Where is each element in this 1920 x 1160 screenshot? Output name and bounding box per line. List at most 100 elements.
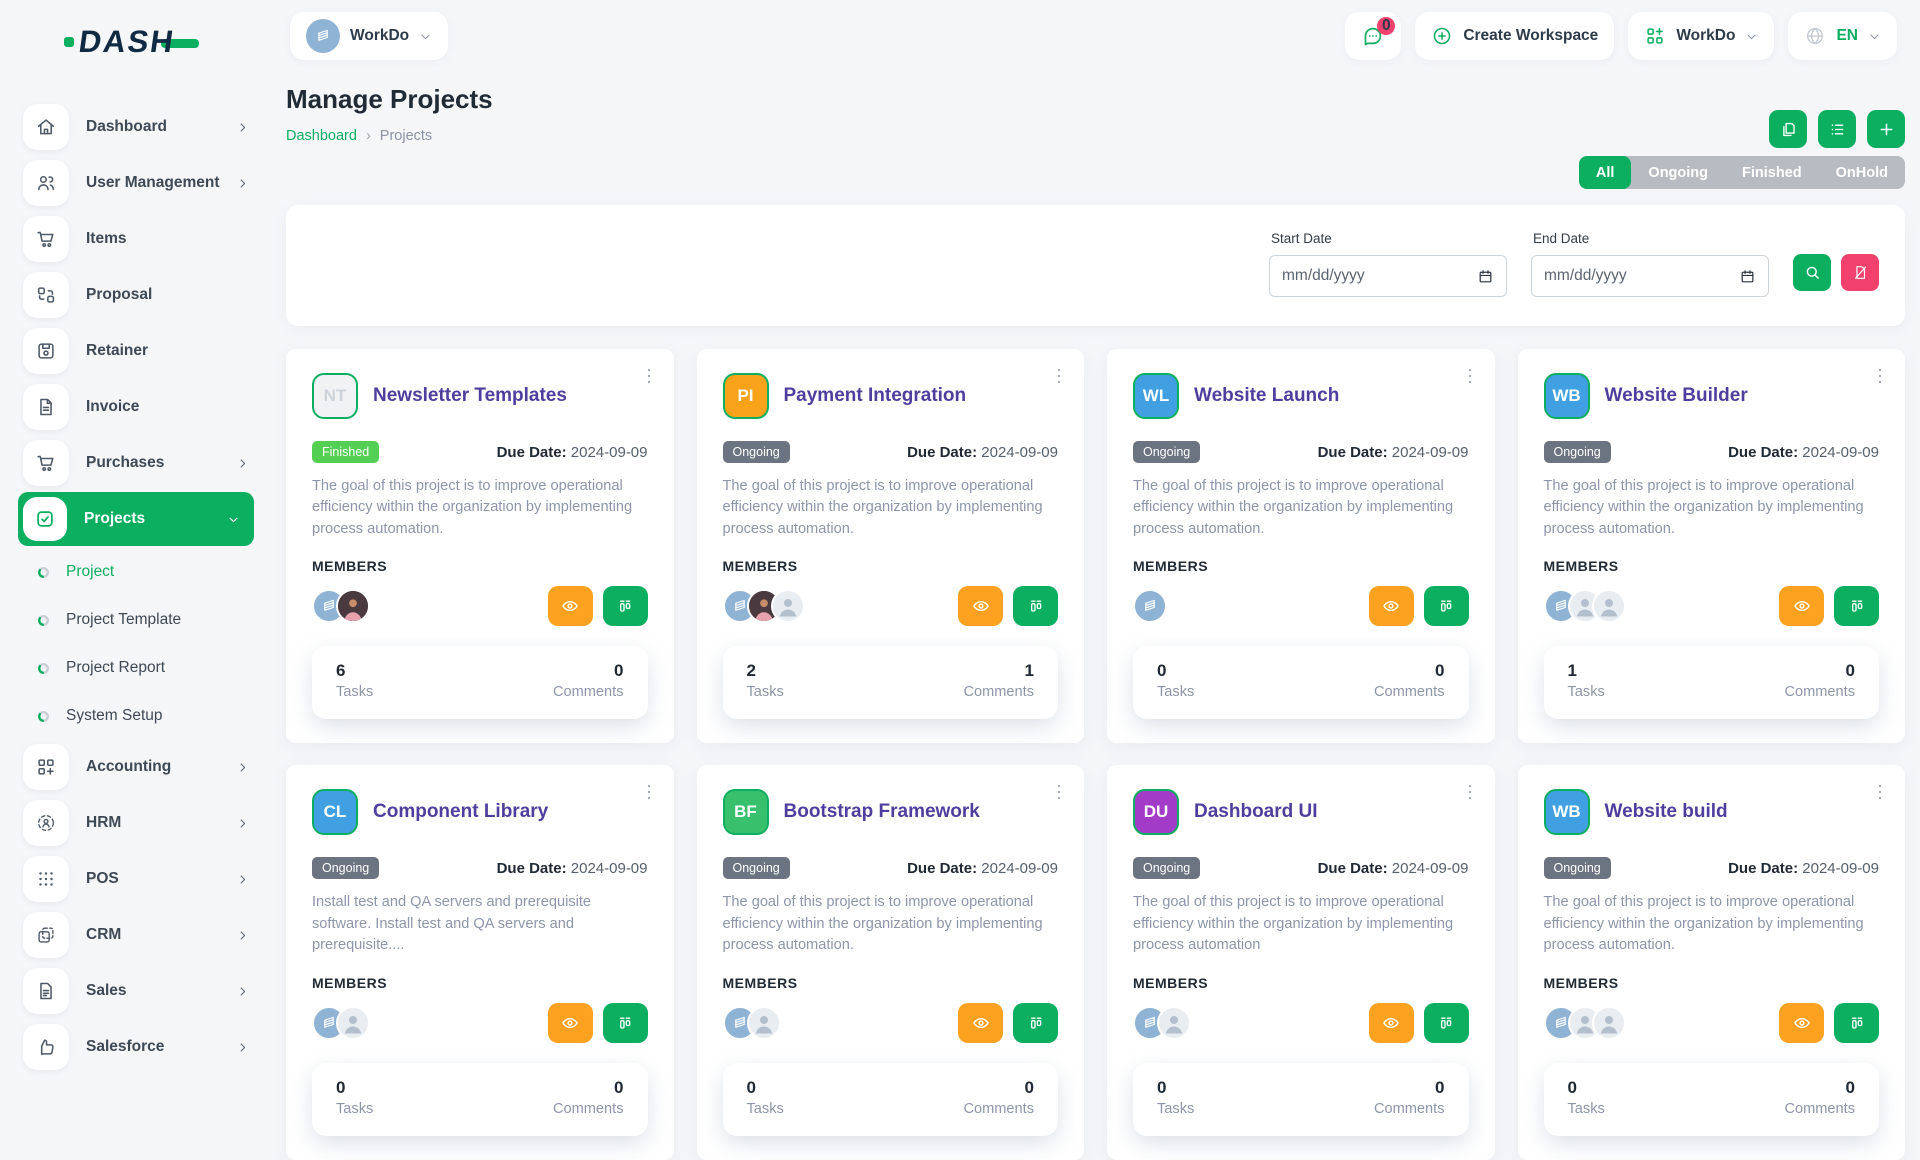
eye-icon — [971, 596, 991, 616]
project-description: The goal of this project is to improve o… — [723, 892, 1059, 956]
project-card: WB Website Builder Ongoing Due Date: 202… — [1518, 349, 1906, 743]
project-title[interactable]: Component Library — [373, 801, 548, 823]
project-title[interactable]: Website build — [1605, 801, 1728, 823]
due-date: Due Date: 2024-09-09 — [497, 860, 648, 877]
tasks-board-button[interactable] — [603, 1003, 648, 1043]
project-avatar: WB — [1544, 373, 1590, 419]
project-title[interactable]: Payment Integration — [784, 385, 967, 407]
sidebar-item[interactable]: Invoice — [23, 384, 249, 430]
filter-tab[interactable]: Finished — [1725, 156, 1819, 189]
tasks-board-button[interactable] — [1424, 1003, 1469, 1043]
project-title[interactable]: Newsletter Templates — [373, 385, 567, 407]
sidebar-subitem[interactable]: Project — [37, 552, 249, 592]
project-card: DU Dashboard UI Ongoing Due Date: 2024-0… — [1107, 765, 1495, 1159]
start-date-input[interactable]: mm/dd/yyyy — [1269, 255, 1507, 297]
sidebar-item[interactable]: HRM — [23, 800, 249, 846]
breadcrumb-link-dashboard[interactable]: Dashboard — [286, 128, 357, 144]
view-project-button[interactable] — [1369, 586, 1414, 626]
due-date-value: 2024-09-09 — [571, 860, 648, 877]
comments-count: 0 — [1374, 661, 1445, 681]
member-avatar — [336, 589, 370, 623]
sidebar-item[interactable]: Purchases — [23, 440, 249, 486]
tasks-board-button[interactable] — [1013, 1003, 1058, 1043]
sidebar-item[interactable]: Accounting — [23, 744, 249, 790]
tasks-board-button[interactable] — [1424, 586, 1469, 626]
tasks-board-button[interactable] — [1834, 586, 1879, 626]
sidebar-item-label: Salesforce — [86, 1038, 164, 1056]
more-menu-icon[interactable] — [638, 365, 660, 387]
workspace-switcher[interactable]: WorkDo — [290, 12, 448, 60]
view-project-button[interactable] — [548, 586, 593, 626]
due-date-label: Due Date: — [1318, 444, 1388, 461]
tasks-board-button[interactable] — [603, 586, 648, 626]
due-date: Due Date: 2024-09-09 — [1318, 444, 1469, 461]
comments-label: Comments — [553, 684, 624, 700]
sidebar-item-label: Purchases — [86, 454, 164, 472]
project-stats: 0 Tasks 0 Comments — [1133, 646, 1469, 719]
project-initials: WB — [1552, 386, 1580, 406]
members-label: MEMBERS — [312, 975, 648, 991]
add-project-button[interactable] — [1867, 110, 1905, 148]
tasks-board-button[interactable] — [1013, 586, 1058, 626]
due-date-label: Due Date: — [907, 444, 977, 461]
more-menu-icon[interactable] — [1459, 365, 1481, 387]
sidebar-item[interactable]: POS — [23, 856, 249, 902]
view-project-button[interactable] — [1369, 1003, 1414, 1043]
tasks-label: Tasks — [1568, 1101, 1605, 1117]
end-date-input[interactable]: mm/dd/yyyy — [1531, 255, 1769, 297]
sidebar-item[interactable]: Sales — [23, 968, 249, 1014]
more-menu-icon[interactable] — [1048, 781, 1070, 803]
sidebar-item[interactable]: Proposal — [23, 272, 249, 318]
tasks-board-button[interactable] — [1834, 1003, 1879, 1043]
filter-tab[interactable]: Ongoing — [1631, 156, 1725, 189]
view-project-button[interactable] — [958, 586, 1003, 626]
chevron-icon — [236, 121, 249, 134]
view-project-button[interactable] — [1779, 586, 1824, 626]
more-menu-icon[interactable] — [1048, 365, 1070, 387]
sidebar-item-label: Proposal — [86, 286, 152, 304]
sidebar-item[interactable]: Dashboard — [23, 104, 249, 150]
sidebar-item[interactable]: Salesforce — [23, 1024, 249, 1070]
sidebar-subitem[interactable]: Project Report — [37, 648, 249, 688]
more-menu-icon[interactable] — [1869, 781, 1891, 803]
more-menu-icon[interactable] — [1869, 365, 1891, 387]
filter-tab[interactable]: All — [1579, 156, 1632, 189]
apps-menu-button[interactable]: WorkDo — [1628, 12, 1774, 60]
project-title[interactable]: Website Builder — [1605, 385, 1748, 407]
project-avatar: WL — [1133, 373, 1179, 419]
notification-badge: 0 — [1377, 17, 1395, 35]
sidebar-item[interactable]: Projects — [18, 492, 254, 546]
tasks-label: Tasks — [1157, 1101, 1194, 1117]
tasks-count: 0 — [1568, 1078, 1605, 1098]
view-project-button[interactable] — [548, 1003, 593, 1043]
project-title[interactable]: Website Launch — [1194, 385, 1339, 407]
export-button[interactable] — [1769, 110, 1807, 148]
sidebar-item[interactable]: CRM — [23, 912, 249, 958]
calendar-icon[interactable] — [1477, 268, 1494, 285]
sidebar-subitem[interactable]: Project Template — [37, 600, 249, 640]
view-project-button[interactable] — [1779, 1003, 1824, 1043]
sidebar-item[interactable]: User Management — [23, 160, 249, 206]
sidebar-item[interactable]: Items — [23, 216, 249, 262]
search-button[interactable] — [1793, 254, 1831, 291]
more-menu-icon[interactable] — [1459, 781, 1481, 803]
due-date-value: 2024-09-09 — [1392, 860, 1469, 877]
project-title[interactable]: Bootstrap Framework — [784, 801, 980, 823]
messages-button[interactable]: 0 — [1345, 12, 1401, 60]
project-title[interactable]: Dashboard UI — [1194, 801, 1318, 823]
view-project-button[interactable] — [958, 1003, 1003, 1043]
create-workspace-button[interactable]: Create Workspace — [1415, 12, 1614, 60]
chevron-icon — [236, 457, 249, 470]
language-label: EN — [1836, 27, 1858, 45]
filter-tab[interactable]: OnHold — [1819, 156, 1905, 189]
reset-filter-button[interactable] — [1841, 254, 1879, 291]
language-button[interactable]: EN — [1788, 12, 1897, 60]
sidebar-item-icon — [23, 497, 67, 541]
comments-label: Comments — [963, 684, 1034, 700]
project-card: WL Website Launch Ongoing Due Date: 2024… — [1107, 349, 1495, 743]
calendar-icon[interactable] — [1739, 268, 1756, 285]
sidebar-subitem[interactable]: System Setup — [37, 696, 249, 736]
sidebar-item[interactable]: Retainer — [23, 328, 249, 374]
list-view-button[interactable] — [1818, 110, 1856, 148]
more-menu-icon[interactable] — [638, 781, 660, 803]
